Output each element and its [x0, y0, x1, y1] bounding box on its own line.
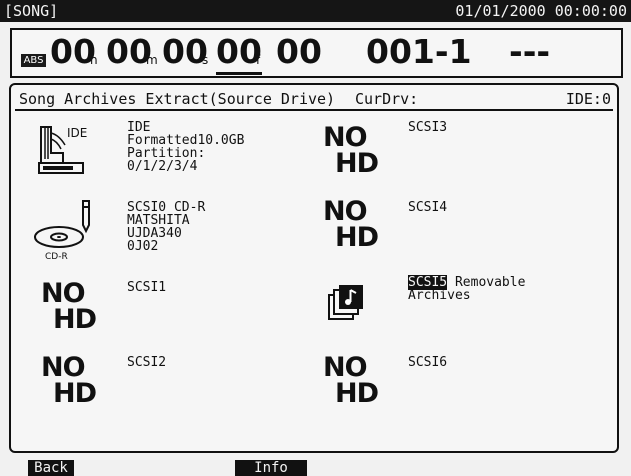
no-hd-line-2: HD [335, 148, 379, 179]
scsi6-label: SCSI6 [408, 355, 448, 370]
scsi2-no-hd: NO HD [41, 354, 97, 409]
archives-icon [328, 285, 363, 320]
ide-line-4: 0/1/2/3/4 [127, 159, 198, 174]
panel-title: Song Archives Extract(Source Drive) [19, 90, 336, 108]
current-drive-label: CurDrv: [355, 90, 419, 108]
back-button[interactable]: Back [28, 460, 74, 476]
scsi1-no-hd: NO HD [41, 280, 97, 335]
counter-seconds-unit: s [202, 53, 209, 67]
no-hd-line-2: HD [53, 378, 97, 409]
date-time: 01/01/2000 00:00:00 [455, 2, 627, 20]
scsi3-label: SCSI3 [408, 120, 448, 135]
scsi4-no-hd: NO HD [323, 198, 379, 253]
scsi0-line-4: 0J02 [127, 239, 159, 254]
time-counter: ABS 00 h 00 m 00 s 00 f 00 001-1 --- [10, 28, 623, 78]
counter-subframes: 00 [276, 32, 322, 71]
scsi1-label: SCSI1 [127, 280, 167, 295]
no-hd-line-2: HD [335, 378, 379, 409]
counter-measure: 001-1 [366, 32, 472, 71]
counter-minutes-unit: m [146, 53, 158, 67]
ide-drive-icon: IDE [38, 126, 87, 174]
scsi3-no-hd: NO HD [323, 124, 379, 179]
current-drive-value: IDE:0 [565, 90, 611, 108]
scsi4-label: SCSI4 [408, 200, 448, 215]
counter-frames-unit: f [256, 53, 261, 67]
cd-r-icon-label: CD-R [45, 252, 68, 262]
no-hd-line-2: HD [335, 222, 379, 253]
panel-header: Song Archives Extract(Source Drive) CurD… [15, 89, 613, 111]
cd-r-icon: CD-R [34, 200, 90, 262]
counter-hours-unit: h [90, 53, 98, 67]
info-button[interactable]: Info [235, 460, 307, 476]
counter-extra: --- [509, 32, 551, 71]
archives-panel: Song Archives Extract(Source Drive) CurD… [9, 83, 619, 453]
no-hd-line-2: HD [53, 304, 97, 335]
abs-badge: ABS [21, 54, 46, 67]
mode-label: [SONG] [4, 2, 59, 20]
scsi5-line-2: Archives [408, 288, 471, 303]
ide-icon-label: IDE [67, 126, 87, 140]
scsi6-no-hd: NO HD [323, 354, 379, 409]
top-status-bar: [SONG] 01/01/2000 00:00:00 [0, 0, 631, 22]
scsi2-label: SCSI2 [127, 355, 167, 370]
